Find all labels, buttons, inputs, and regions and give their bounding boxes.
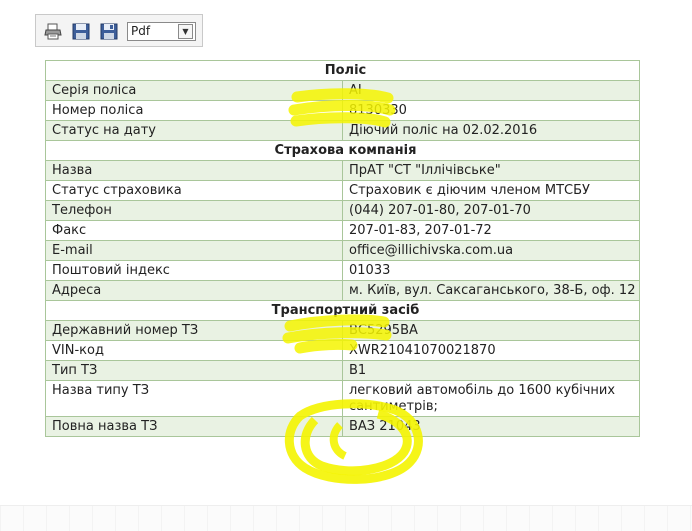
table-row: Факс 207-01-83, 207-01-72 (45, 220, 640, 241)
field-label: Серія поліса (45, 80, 343, 101)
field-label: Державний номер ТЗ (45, 320, 343, 341)
field-label: Поштовий індекс (45, 260, 343, 281)
floppy-disk-icon[interactable] (72, 23, 90, 40)
field-label: Повна назва ТЗ (45, 416, 343, 437)
field-label: Статус на дату (45, 120, 343, 141)
field-value: м. Київ, вул. Саксаганського, 38-Б, оф. … (342, 280, 640, 301)
report-toolbar: Pdf ▼ (35, 14, 203, 47)
table-row: Назва ПрАТ "СТ "Іллічівське" (45, 160, 640, 181)
policy-info-table: Поліс Серія поліса АІ Номер поліса 8130330 Ст… (45, 60, 640, 437)
field-value: 8130330 (342, 100, 640, 121)
field-value: 01033 (342, 260, 640, 281)
table-row: Державний номер ТЗ ВС5295ВА (45, 320, 640, 341)
field-label: E-mail (45, 240, 343, 261)
field-label: VIN-код (45, 340, 343, 361)
field-value: office@illichivska.com.ua (342, 240, 640, 261)
field-value: Діючий поліс на 02.02.2016 (342, 120, 640, 141)
field-value: ПрАТ "СТ "Іллічівське" (342, 160, 640, 181)
table-row: Серія поліса АІ (45, 80, 640, 101)
section-title: Страхова компанія (45, 140, 640, 161)
section-header-row: Транспортний засіб (45, 300, 640, 321)
table-row: Тип ТЗ В1 (45, 360, 640, 381)
floppy-disk-alt-icon[interactable] (100, 23, 118, 40)
field-value: XWR21041070021870 (342, 340, 640, 361)
field-value: (044) 207-01-80, 207-01-70 (342, 200, 640, 221)
field-label: Телефон (45, 200, 343, 221)
page-footer-grid (0, 505, 692, 531)
table-row: Статус страховика Страховик є діючим член… (45, 180, 640, 201)
field-label: Назва типу ТЗ (45, 380, 343, 417)
table-row: Номер поліса 8130330 (45, 100, 640, 121)
section-header-row: Страхова компанія (45, 140, 640, 161)
field-label: Факс (45, 220, 343, 241)
table-row: Поштовий індекс 01033 (45, 260, 640, 281)
export-format-select[interactable]: Pdf ▼ (127, 22, 196, 41)
field-label: Номер поліса (45, 100, 343, 121)
field-label: Адреса (45, 280, 343, 301)
table-row: E-mail office@illichivska.com.ua (45, 240, 640, 261)
printer-icon[interactable] (44, 23, 62, 40)
field-value: ВАЗ 21043 (342, 416, 640, 437)
field-label: Тип ТЗ (45, 360, 343, 381)
export-format-value: Pdf (131, 24, 151, 38)
table-row: Телефон (044) 207-01-80, 207-01-70 (45, 200, 640, 221)
table-row: Адреса м. Київ, вул. Саксаганського, 38-Б… (45, 280, 640, 301)
table-row: Статус на дату Діючий поліс на 02.02.2016 (45, 120, 640, 141)
field-value: В1 (342, 360, 640, 381)
section-title: Транспортний засіб (45, 300, 640, 321)
table-row: Повна назва ТЗ ВАЗ 21043 (45, 416, 640, 437)
field-value: легковий автомобіль до 1600 кубічних сан… (342, 380, 640, 417)
table-row: VIN-код XWR21041070021870 (45, 340, 640, 361)
table-row: Назва типу ТЗ легковий автомобіль до 1600… (45, 380, 640, 417)
section-title: Поліс (45, 60, 640, 81)
field-label: Назва (45, 160, 343, 181)
chevron-down-icon[interactable]: ▼ (178, 24, 193, 39)
section-header-row: Поліс (45, 60, 640, 81)
field-value: АІ (342, 80, 640, 101)
field-value: ВС5295ВА (342, 320, 640, 341)
field-label: Статус страховика (45, 180, 343, 201)
field-value: 207-01-83, 207-01-72 (342, 220, 640, 241)
field-value: Страховик є діючим членом МТСБУ (342, 180, 640, 201)
